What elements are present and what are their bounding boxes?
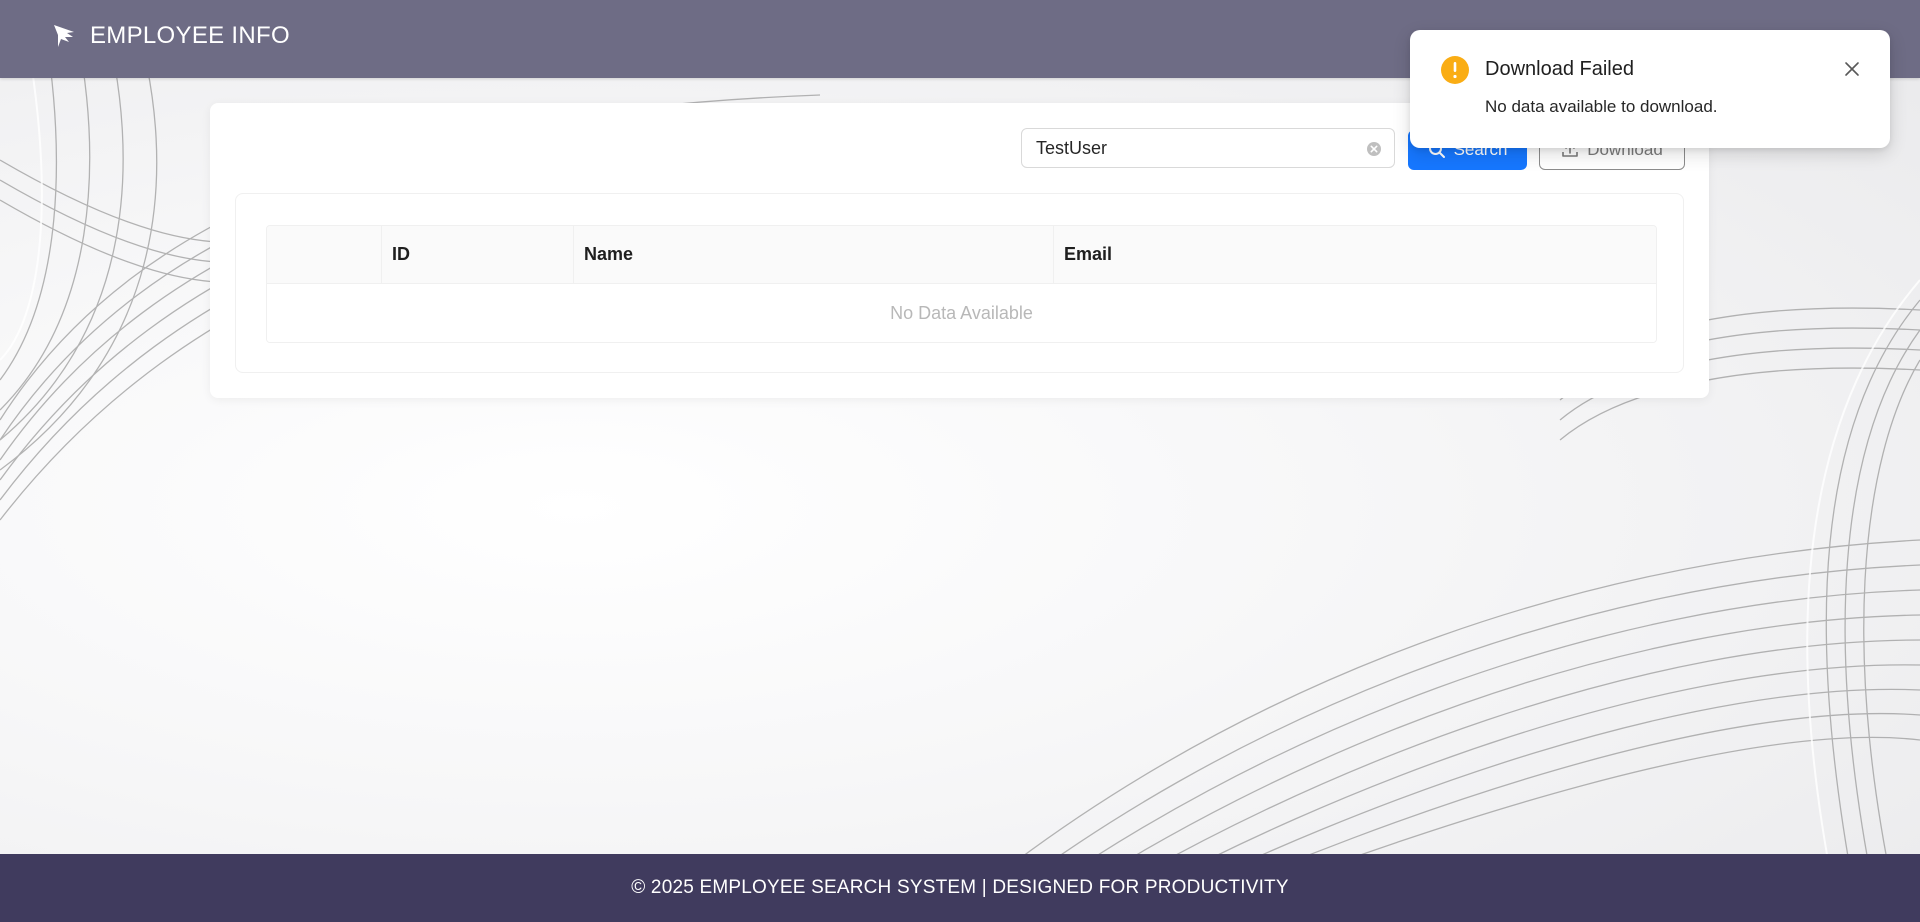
column-header-id: ID	[382, 226, 574, 283]
table-empty-state: No Data Available	[267, 284, 1656, 342]
column-header-select	[267, 226, 382, 283]
close-icon[interactable]	[1844, 61, 1860, 77]
clear-circle-icon[interactable]	[1366, 141, 1382, 157]
brand[interactable]: EMPLOYEE INFO	[52, 22, 290, 50]
footer-text: © 2025 EMPLOYEE SEARCH SYSTEM | DESIGNED…	[631, 877, 1289, 898]
notification-message: No data available to download.	[1485, 97, 1718, 116]
table-header: ID Name Email	[267, 226, 1656, 284]
notification-toast: Download Failed No data available to dow…	[1410, 30, 1890, 148]
bird-logo-icon	[54, 25, 74, 47]
search-input[interactable]: TestUser	[1021, 128, 1395, 168]
warning-circle-icon	[1441, 56, 1469, 84]
app-title: EMPLOYEE INFO	[90, 22, 290, 49]
search-input-value[interactable]: TestUser	[1036, 138, 1107, 159]
employee-table: ID Name Email No Data Available	[266, 225, 1657, 343]
results-container: ID Name Email No Data Available	[235, 193, 1684, 373]
notification-title: Download Failed	[1485, 58, 1634, 80]
column-header-email: Email	[1064, 244, 1113, 264]
column-header-name: Name	[574, 226, 1054, 283]
app-footer: © 2025 EMPLOYEE SEARCH SYSTEM | DESIGNED…	[0, 854, 1920, 922]
